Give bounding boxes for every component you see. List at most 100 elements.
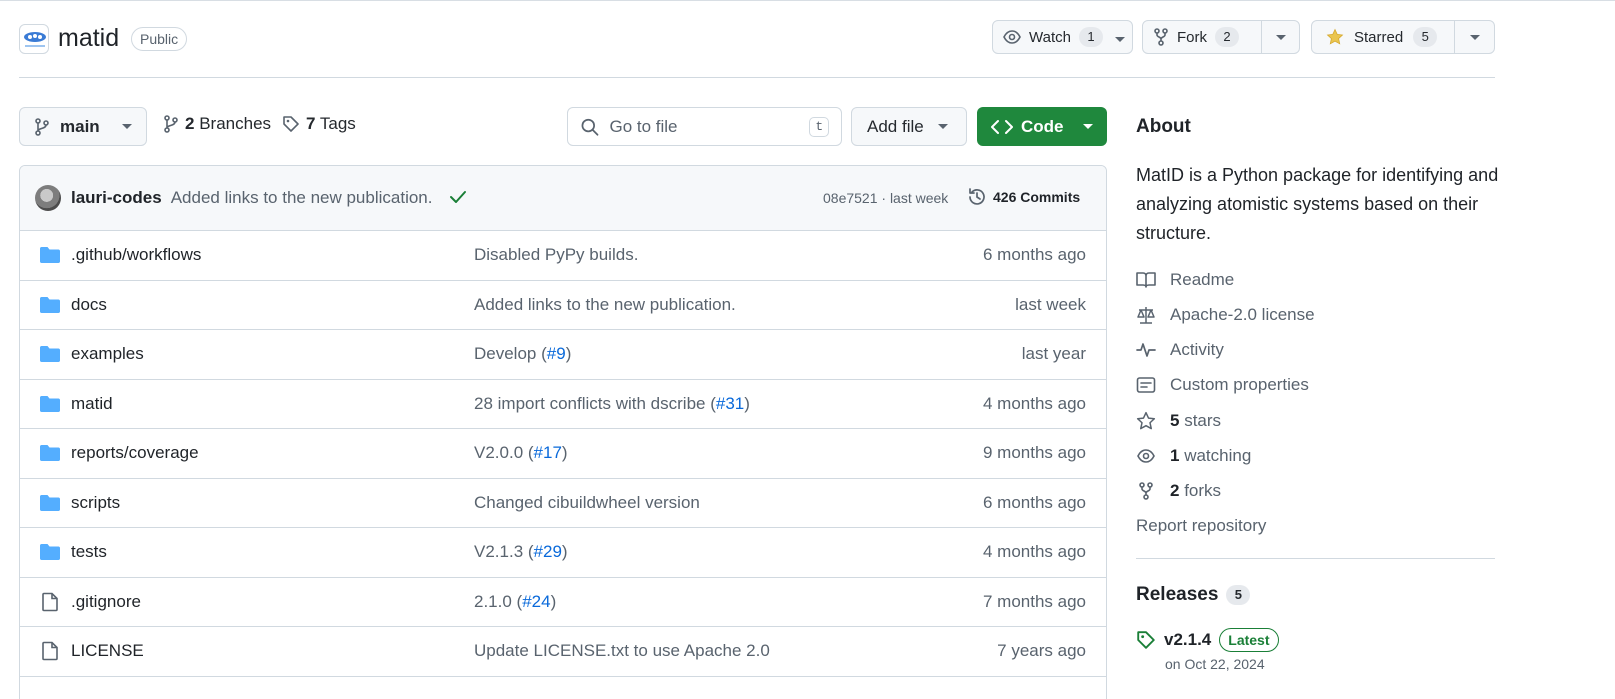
star-count: 5 (1413, 27, 1438, 47)
tags-count: 7 (306, 114, 316, 133)
pull-request-link[interactable]: #31 (716, 394, 744, 413)
commit-message[interactable]: V2.1.3 (#29) (474, 542, 568, 562)
add-file-button[interactable]: Add file (851, 107, 967, 146)
code-icon (991, 119, 1013, 134)
fork-dropdown[interactable] (1261, 21, 1299, 53)
branches-label: Branches (199, 114, 272, 133)
latest-release[interactable]: v2.1.4 Latest (1136, 628, 1279, 652)
avatar[interactable] (35, 185, 61, 211)
file-name-link[interactable]: examples (71, 344, 144, 364)
keyboard-shortcut-hint: t (809, 116, 829, 137)
fork-icon (1136, 481, 1156, 501)
table-row[interactable]: scripts Changed cibuildwheel version 6 mon… (20, 479, 1106, 528)
code-button[interactable]: Code (977, 107, 1107, 146)
repo-name-link[interactable]: matid (58, 24, 119, 53)
commit-message[interactable]: 28 import conflicts with dscribe (#31) (474, 394, 750, 414)
chevron-down-icon (1469, 34, 1480, 40)
repo-description: MatID is a Python package for identifyin… (1136, 165, 1499, 243)
file-name-link[interactable]: .github/workflows (71, 245, 201, 265)
file-name-link[interactable]: LICENSE (71, 641, 144, 661)
file-name-link[interactable]: scripts (71, 493, 120, 513)
go-to-file-input[interactable] (609, 116, 800, 137)
folder-icon (39, 542, 61, 562)
commit-author-link[interactable]: lauri-codes (71, 188, 162, 208)
commit-message-text: V2.0.0 ( (474, 443, 534, 462)
readme-link[interactable]: Readme (1136, 270, 1234, 290)
fork-button[interactable]: Fork 2 (1142, 20, 1300, 54)
pull-request-link[interactable]: #17 (534, 443, 562, 462)
top-divider (0, 0, 1615, 1)
commit-message-text: V2.1.3 ( (474, 542, 534, 561)
table-row[interactable]: reports/coverage V2.0.0 (#17) 9 months ago (20, 429, 1106, 479)
releases-heading[interactable]: Releases 5 (1136, 584, 1251, 606)
table-row[interactable]: tests V2.1.3 (#29) 4 months ago (20, 528, 1106, 578)
code-label: Code (1021, 116, 1064, 136)
pull-request-link[interactable]: #24 (522, 592, 550, 611)
release-tag[interactable]: v2.1.4 (1164, 630, 1211, 650)
table-row[interactable]: docs Added links to the new publication. l… (20, 281, 1106, 330)
pull-request-link[interactable]: #9 (547, 344, 566, 363)
repo-avatar[interactable] (19, 24, 49, 54)
commits-label: Commits (1020, 189, 1081, 205)
star-dropdown[interactable] (1454, 21, 1494, 53)
folder-icon (39, 493, 61, 513)
commit-message[interactable]: 2.1.0 (#24) (474, 592, 556, 612)
watch-count: 1 (1078, 27, 1103, 47)
repo-header: matid Public Watch 1 Fork 2 Starred 5 (19, 20, 1495, 78)
table-row[interactable]: .gitignore 2.1.0 (#24) 7 months ago (20, 578, 1106, 627)
branch-name: main (60, 116, 100, 136)
table-row[interactable]: examples Develop (#9) last year (20, 330, 1106, 380)
eye-icon (1136, 446, 1156, 466)
commits-count: 426 (993, 189, 1017, 205)
history-icon (969, 188, 985, 205)
branches-count: 2 (185, 114, 195, 133)
branch-selector[interactable]: main (19, 107, 147, 146)
note-icon (1136, 375, 1156, 395)
commit-message[interactable]: Disabled PyPy builds. (474, 245, 638, 265)
activity-link[interactable]: Activity (1136, 340, 1224, 360)
sidebar-divider (1136, 558, 1495, 559)
commit-message[interactable]: Update LICENSE.txt to use Apache 2.0 (474, 641, 770, 661)
table-row[interactable]: matid 28 import conflicts with dscribe (#… (20, 380, 1106, 429)
file-browser: lauri-codes Added links to the new publi… (19, 165, 1107, 699)
commit-message-text: Disabled PyPy builds. (474, 245, 639, 264)
watching-count: 1 (1170, 446, 1180, 465)
commit-message-text: 28 import conflicts with dscribe ( (474, 393, 716, 413)
commit-message[interactable]: Changed cibuildwheel version (474, 493, 700, 513)
forks-label: forks (1184, 481, 1222, 500)
forks-link[interactable]: 2 forks (1136, 481, 1221, 501)
custom-properties-link[interactable]: Custom properties (1136, 375, 1309, 395)
file-name-link[interactable]: reports/coverage (71, 443, 199, 463)
file-name-link[interactable]: matid (71, 394, 113, 414)
file-name-link[interactable]: docs (71, 295, 107, 315)
file-name-link[interactable]: tests (71, 542, 107, 562)
check-icon[interactable] (449, 188, 467, 209)
commit-message[interactable]: Develop (#9) (474, 344, 571, 364)
folder-icon (39, 443, 61, 463)
watch-button[interactable]: Watch 1 (992, 20, 1133, 54)
commit-message[interactable]: Added links to the new publication. (474, 295, 736, 315)
watching-link[interactable]: 1 watching (1136, 446, 1251, 466)
starred-button[interactable]: Starred 5 (1311, 20, 1495, 54)
forks-count: 2 (1170, 481, 1180, 500)
table-row[interactable]: LICENSE Update LICENSE.txt to use Apache … (20, 627, 1106, 677)
tags-link[interactable]: 7 Tags (282, 114, 356, 134)
commit-message[interactable]: V2.0.0 (#17) (474, 443, 568, 463)
commits-history-link[interactable]: 426 Commits (967, 187, 1080, 207)
stars-link[interactable]: 5 stars (1136, 411, 1221, 431)
report-repository-link[interactable]: Report repository (1136, 516, 1266, 536)
book-icon (1136, 270, 1156, 290)
custom-properties-label: Custom properties (1170, 375, 1309, 394)
commit-message-suffix: ) (550, 591, 557, 611)
law-icon (1136, 305, 1156, 325)
commit-sha-time[interactable]: 08e7521 · last week (823, 190, 948, 206)
commit-message-link[interactable]: Added links to the new publication. (171, 188, 433, 208)
pull-request-link[interactable]: #29 (534, 542, 562, 561)
branches-link[interactable]: 2 Branches (163, 114, 271, 134)
license-link[interactable]: Apache-2.0 license (1136, 305, 1315, 325)
license-label: Apache-2.0 license (1170, 305, 1315, 324)
file-name-link[interactable]: .gitignore (71, 592, 141, 612)
commit-message-text: 2.1.0 ( (474, 591, 523, 611)
go-to-file-search[interactable]: t (567, 107, 842, 146)
table-row[interactable]: .github/workflows Disabled PyPy builds. 6 … (20, 231, 1106, 281)
